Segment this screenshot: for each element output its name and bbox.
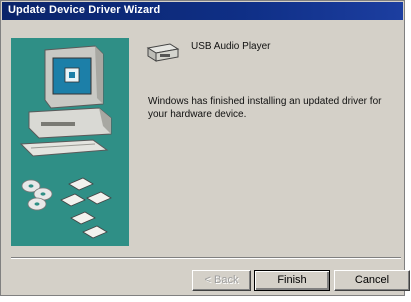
device-name: USB Audio Player (191, 41, 271, 52)
wizard-illustration (11, 38, 129, 246)
window-title: Update Device Driver Wizard (8, 4, 161, 16)
completion-message: Windows has finished installing an updat… (148, 96, 382, 120)
cancel-button[interactable]: Cancel (334, 270, 410, 291)
title-bar[interactable]: Update Device Driver Wizard (2, 2, 403, 20)
computer-with-disks-icon (19, 45, 112, 239)
wizard-dialog: Update Device Driver Wizard USB Audio Pl… (0, 0, 410, 296)
button-separator (11, 257, 401, 259)
back-button[interactable]: < Back (192, 270, 251, 291)
finish-button[interactable]: Finish (254, 270, 330, 291)
audio-device-icon (146, 40, 181, 64)
